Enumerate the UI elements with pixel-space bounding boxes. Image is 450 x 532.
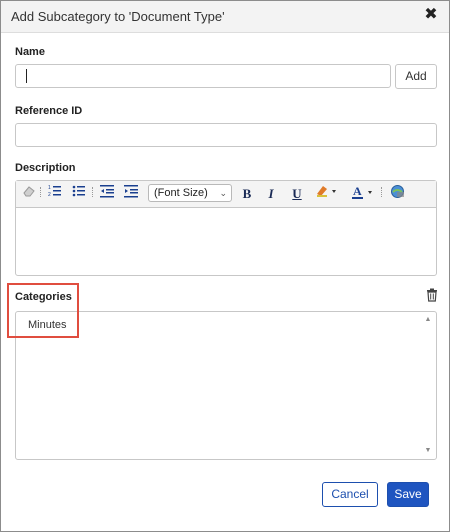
reference-id-label: Reference ID <box>15 105 83 117</box>
ordered-list-icon[interactable]: 12 <box>46 184 64 204</box>
italic-button[interactable]: I <box>264 184 278 204</box>
font-size-select[interactable]: (Font Size) ⌄ <box>148 184 232 202</box>
bold-button[interactable]: B <box>240 184 254 204</box>
dialog-title: Add Subcategory to 'Document Type' <box>11 9 225 24</box>
unordered-list-icon[interactable] <box>70 184 88 204</box>
font-color-button[interactable]: A <box>350 184 378 204</box>
close-icon[interactable]: ✖ <box>422 6 440 24</box>
svg-text:2: 2 <box>48 192 51 198</box>
toolbar-separator <box>381 187 383 197</box>
name-label: Name <box>15 46 45 58</box>
trash-icon[interactable] <box>426 288 438 302</box>
text-cursor <box>26 69 27 83</box>
reference-id-input[interactable] <box>15 123 437 147</box>
link-icon[interactable] <box>388 184 406 204</box>
save-button[interactable]: Save <box>387 482 429 507</box>
eraser-icon[interactable] <box>21 184 37 204</box>
dialog-titlebar: Add Subcategory to 'Document Type' ✖ <box>1 1 449 33</box>
description-editor: 12 (Font Size) ⌄ B I U A <box>15 180 437 276</box>
name-input[interactable] <box>15 64 391 88</box>
outdent-icon[interactable] <box>98 184 116 204</box>
font-size-value: (Font Size) <box>154 187 208 199</box>
editor-toolbar: 12 (Font Size) ⌄ B I U A <box>16 181 436 208</box>
scroll-down-icon[interactable]: ▼ <box>423 446 433 456</box>
chevron-down-icon: ⌄ <box>219 188 227 198</box>
underline-button[interactable]: U <box>290 184 304 204</box>
scroll-up-icon[interactable]: ▲ <box>423 315 433 325</box>
svg-text:A: A <box>353 184 362 198</box>
toolbar-separator <box>92 187 94 197</box>
description-label: Description <box>15 162 76 174</box>
highlight-box <box>7 283 79 338</box>
cancel-button[interactable]: Cancel <box>322 482 378 507</box>
indent-icon[interactable] <box>122 184 140 204</box>
svg-text:1: 1 <box>48 185 51 191</box>
add-button[interactable]: Add <box>395 64 437 89</box>
highlight-icon[interactable] <box>314 184 340 204</box>
toolbar-separator <box>40 187 42 197</box>
add-subcategory-dialog: Add Subcategory to 'Document Type' ✖ Nam… <box>0 0 450 532</box>
